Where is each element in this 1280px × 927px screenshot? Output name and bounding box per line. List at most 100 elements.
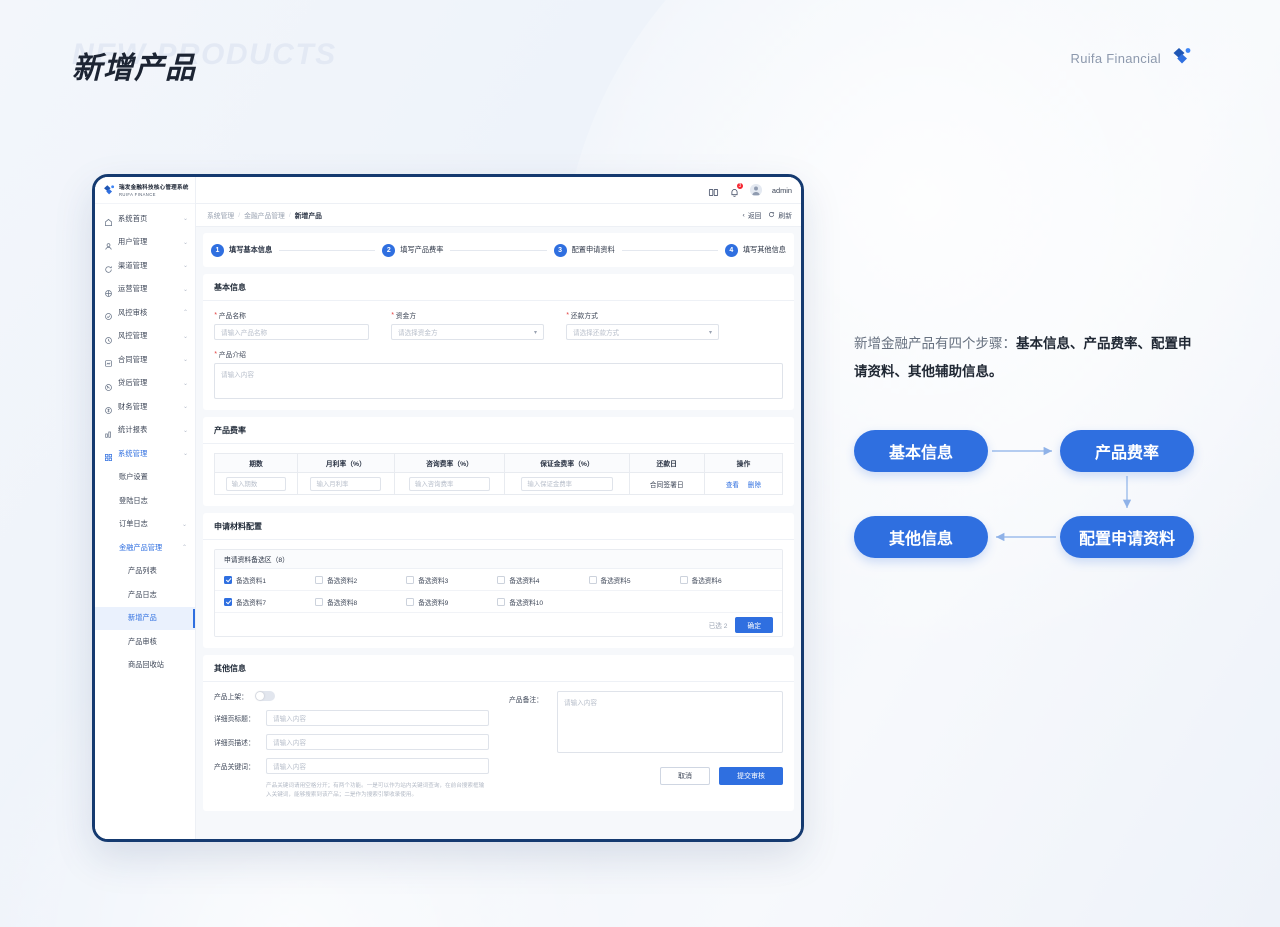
step-label: 配置申请资料 (571, 245, 615, 254)
sidebar-item-user[interactable]: 用户管理 ⌄ (95, 231, 195, 255)
step-2[interactable]: 2 填写产品费率 (382, 243, 443, 257)
sidebar-item-account-settings[interactable]: 账户设置 (95, 466, 195, 490)
repay-method-select-value: 请选择还款方式 (573, 330, 620, 337)
form-actions: 取消 提交审核 (509, 767, 783, 785)
keyword-hint: 产品关键词请用空格分开；有两个功能。一是可以作为站内关键词查询，在前台搜索框输入… (266, 783, 485, 798)
sidebar-label: 登陆日志 (119, 495, 148, 505)
sidebar-label: 合同管理 (118, 354, 148, 364)
breadcrumb-item-system[interactable]: 系统管理 (207, 210, 234, 220)
step-connector (450, 249, 547, 251)
material-option-5[interactable]: 备选资料5 (588, 575, 680, 585)
periods-input[interactable]: 输入期数 (225, 476, 287, 491)
material-option-1[interactable]: 备选资料1 (224, 575, 315, 585)
checkbox[interactable] (679, 575, 688, 584)
checkbox[interactable] (224, 575, 232, 584)
sidebar-item-system[interactable]: 系统管理 ⌄ (95, 442, 195, 466)
step-3[interactable]: 3 配置申请资料 (553, 243, 615, 257)
product-rate-title: 产品费率 (203, 417, 794, 444)
checkbox[interactable] (497, 597, 506, 606)
material-option-4[interactable]: 备选资料4 (497, 575, 588, 585)
repay-method-select[interactable]: 请选择还款方式 ▾ (566, 324, 719, 340)
keyword-input[interactable]: 请输入内容 (266, 758, 489, 774)
breadcrumb-separator: / (238, 211, 241, 219)
material-option-3[interactable]: 备选资料3 (406, 575, 497, 585)
material-option-2[interactable]: 备选资料2 (315, 575, 406, 585)
sidebar-item-postloan[interactable]: 贷后管理 ⌄ (95, 372, 195, 396)
breadcrumb-item-financial-product[interactable]: 金融产品管理 (244, 210, 285, 220)
funder-select[interactable]: 请选择资金方 ▾ (391, 324, 544, 340)
detail-title-input[interactable]: 请输入内容 (266, 710, 489, 726)
deposit-rate-input[interactable]: 输入保证金费率 (521, 476, 613, 491)
chevron-up-icon: ⌃ (181, 545, 187, 552)
annotation-prefix: 新增金融产品有四个步骤： (854, 336, 1016, 351)
step-indicator: 1 填写基本信息 2 填写产品费率 3 配置申请资料 4 填写其他信息 (203, 233, 794, 267)
page-headline: NEW PRODUCTS 新增产品 (72, 40, 337, 84)
material-option-9[interactable]: 备选资料9 (406, 597, 497, 607)
checkbox[interactable] (406, 575, 415, 584)
confirm-button[interactable]: 确定 (735, 616, 773, 633)
risk-manage-icon (104, 332, 113, 344)
consult-rate-input[interactable]: 输入咨询费率 (409, 476, 491, 491)
sidebar-item-product-log[interactable]: 产品日志 (95, 583, 195, 607)
user-icon (104, 238, 113, 250)
checkbox[interactable] (315, 575, 324, 584)
sidebar-item-operation[interactable]: 运营管理 ⌄ (95, 278, 195, 302)
sidebar-item-channel[interactable]: 渠道管理 ⌄ (95, 254, 195, 278)
checkbox[interactable] (224, 597, 232, 606)
checkbox[interactable] (406, 597, 415, 606)
sidebar-item-order-log[interactable]: 订单日志 ⌄ (95, 513, 195, 537)
basic-info-card: 基本信息 * 产品名称 请输入产品名称 * 资金方 请选择资金方 ▾ * 还款方… (203, 274, 794, 410)
product-shelf-toggle[interactable] (254, 691, 275, 701)
field-label: 产品介绍 (218, 352, 246, 359)
delete-link[interactable]: 删除 (748, 482, 761, 489)
checkbox[interactable] (315, 597, 324, 606)
sidebar-item-product-recycle-bin[interactable]: 商品回收站 (95, 654, 195, 678)
view-link[interactable]: 查看 (726, 482, 739, 489)
avatar[interactable] (749, 184, 762, 196)
product-shelf-row: 产品上架： (214, 691, 489, 701)
sidebar-item-finance[interactable]: 财务管理 ⌄ (95, 395, 195, 419)
sidebar-item-report[interactable]: 统计报表 ⌄ (95, 419, 195, 443)
sidebar-item-new-product[interactable]: 新增产品 (95, 606, 195, 630)
sidebar-item-home[interactable]: 系统首页 ⌄ (95, 207, 195, 231)
refresh-button[interactable]: 刷新 (768, 210, 792, 220)
material-option-10[interactable]: 备选资料10 (497, 597, 588, 607)
product-intro-textarea[interactable]: 请输入内容 (214, 363, 783, 399)
submit-button[interactable]: 提交审核 (719, 767, 783, 785)
material-option-7[interactable]: 备选资料7 (224, 597, 315, 607)
cancel-button[interactable]: 取消 (660, 767, 710, 785)
chevron-down-icon: ⌄ (181, 521, 187, 528)
step-4[interactable]: 4 填写其他信息 (724, 243, 786, 257)
ruifa-diamond-logo-icon (1170, 46, 1192, 71)
chevron-down-icon: ⌄ (182, 357, 188, 364)
back-button[interactable]: ‹ 返回 (743, 210, 762, 221)
material-option-8[interactable]: 备选资料8 (315, 597, 406, 607)
keyword-label: 产品关键词： (214, 764, 255, 771)
checkbox[interactable] (588, 575, 597, 584)
sidebar-label: 金融产品管理 (119, 542, 163, 552)
sidebar-item-risk-audit[interactable]: 风控审核 ⌃ (95, 301, 195, 325)
remark-textarea[interactable]: 请输入内容 (557, 691, 783, 753)
checkbox[interactable] (497, 575, 506, 584)
step-1[interactable]: 1 填写基本信息 (211, 243, 272, 257)
fullscreen-icon[interactable] (708, 185, 719, 196)
table-row: 输入期数 输入月利率 输入咨询费率 输入保证金费率 合同签署日 查看 删除 (214, 472, 783, 495)
notification-bell-icon[interactable]: 3 (729, 181, 744, 197)
step-connector (279, 249, 376, 251)
field-label: 资金方 (395, 313, 417, 320)
chevron-down-icon: ⌄ (182, 404, 188, 411)
sidebar-item-risk-manage[interactable]: 风控管理 ⌄ (95, 325, 195, 349)
product-name-input[interactable]: 请输入产品名称 (214, 324, 369, 340)
material-option-6[interactable]: 备选资料6 (679, 575, 771, 585)
sidebar-item-contract[interactable]: 合同管理 ⌄ (95, 348, 195, 372)
monthly-rate-input[interactable]: 输入月利率 (310, 476, 382, 491)
sidebar-item-login-log[interactable]: 登陆日志 (95, 489, 195, 513)
detail-desc-input[interactable]: 请输入内容 (266, 734, 489, 750)
step-connector (621, 249, 718, 251)
sidebar-label: 运营管理 (118, 284, 148, 294)
column-monthly-rate: 月利率（%） (297, 453, 395, 473)
sidebar-label: 账户设置 (119, 472, 148, 482)
sidebar-item-product-list[interactable]: 产品列表 (95, 560, 195, 584)
sidebar-item-financial-product-management[interactable]: 金融产品管理 ⌃ (95, 536, 195, 560)
sidebar-item-product-audit[interactable]: 产品审核 (95, 630, 195, 654)
